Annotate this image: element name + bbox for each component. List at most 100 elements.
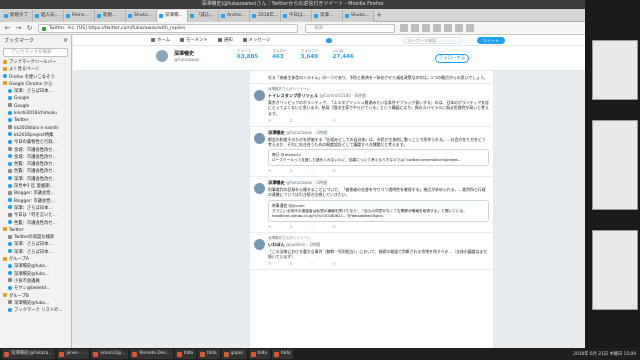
bookmark-item[interactable]: kk2018daio e naoshi xyxy=(0,125,71,132)
search-bar[interactable]: 検索 xyxy=(305,24,395,33)
bookmark-item[interactable]: Blogger: 市議会性… xyxy=(0,198,71,205)
avatar[interactable] xyxy=(254,90,265,102)
stat-followers[interactable]: フォロワー 3,649 xyxy=(301,49,319,60)
nav-home[interactable]: ホーム xyxy=(151,35,170,46)
bookmark-item[interactable]: 今日の薬物性と行政… xyxy=(0,139,71,146)
reply-icon[interactable]: ✉ xyxy=(268,261,271,266)
retweet-icon[interactable]: ⇅ xyxy=(289,168,292,173)
taskbar-item[interactable]: jenes - ... xyxy=(57,349,90,359)
browser-tab[interactable]: 「成込... xyxy=(188,10,219,22)
bookmark-star-icon[interactable] xyxy=(400,24,408,32)
reply-icon[interactable]: ✉ xyxy=(268,168,271,173)
extension-icon[interactable] xyxy=(455,24,463,32)
bookmark-item[interactable]: 今日は「何を言いた… xyxy=(0,212,71,219)
home-icon[interactable] xyxy=(422,24,430,32)
stat-following[interactable]: フォロー 463 xyxy=(272,49,286,60)
back-arrow-icon[interactable]: ← xyxy=(3,24,12,33)
desktop-window-thumbnail[interactable] xyxy=(592,40,638,100)
library-icon[interactable] xyxy=(433,24,441,32)
bookmark-item[interactable]: Twitterの高度な検索 xyxy=(0,234,71,241)
avatar[interactable] xyxy=(254,238,265,250)
avatar[interactable] xyxy=(254,183,265,195)
bookmark-item[interactable]: 深見中1 区 愛媛期… xyxy=(0,183,71,190)
bookmark-item[interactable]: ブックマークツールバー xyxy=(0,59,71,66)
browser-tab[interactable]: Shuko... xyxy=(126,10,157,22)
bookmark-item[interactable]: グループA xyxy=(0,256,71,263)
bookmark-item[interactable]: グループB xyxy=(0,293,71,300)
tweet[interactable]: 深澤暢史 @fukazawas · 4時間 刑事裁判の記録を公開することについて、… xyxy=(250,177,493,233)
forward-arrow-icon[interactable]: → xyxy=(14,24,23,33)
bookmark-item[interactable]: ブックマーク リストの… xyxy=(0,307,71,314)
twitter-search-input[interactable]: キーワード検索 xyxy=(403,37,463,44)
new-tab-button[interactable]: + xyxy=(374,9,384,21)
sidebar-icon[interactable] xyxy=(444,24,452,32)
bookmark-item[interactable]: 深澤暢史@fuka… xyxy=(0,271,71,278)
taskbar-item[interactable]: tilda xyxy=(248,349,270,359)
taskbar-item[interactable]: qapes xyxy=(221,349,247,359)
tweet[interactable]: れる「病者主体型のシステム」の一つであり、予防と救済を一体化させた福祉政策なのか… xyxy=(250,71,493,85)
menu-icon[interactable] xyxy=(466,24,474,32)
dm-icon[interactable]: ✉ xyxy=(332,224,335,229)
like-icon[interactable]: ♡ xyxy=(311,261,315,266)
tweet-button[interactable]: ツイート xyxy=(477,37,505,44)
taskbar-item[interactable]: tilda xyxy=(174,349,197,359)
browser-tab[interactable]: Reine... xyxy=(64,10,95,22)
stat-tweets[interactable]: ツイート 63,885 xyxy=(237,49,258,60)
bookmark-search-input[interactable]: ブックマークを検索 xyxy=(3,48,68,57)
downloads-icon[interactable] xyxy=(411,24,419,32)
bookmark-item[interactable]: 深澤：さらば日本… xyxy=(0,241,71,248)
url-bar[interactable]: Twitter, Inc. [US] https://twitter.com/f… xyxy=(38,24,298,33)
nav-moments[interactable]: モーメント xyxy=(180,35,208,46)
browser-tab[interactable]: Shuko... xyxy=(343,10,374,22)
bookmark-item[interactable]: Google Chrome から xyxy=(0,81,71,88)
bookmark-item[interactable]: 深澤：さらば日本… xyxy=(0,249,71,256)
browser-tab[interactable]: 超人気... xyxy=(33,10,64,22)
bookmark-item[interactable]: Google xyxy=(0,103,71,110)
bookmark-item[interactable]: Twitter xyxy=(0,117,71,124)
like-icon[interactable]: ♡ xyxy=(311,118,315,123)
nav-notifications[interactable]: 通知 xyxy=(217,35,233,46)
tweet-author[interactable]: いわぼん xyxy=(268,242,285,247)
bookmark-item[interactable]: Firefox を使いこなそう xyxy=(0,74,71,81)
reload-icon[interactable]: ↻ xyxy=(25,24,34,33)
browser-tab[interactable]: 新規... xyxy=(95,10,126,22)
bookmark-item[interactable]: Twitter xyxy=(0,227,71,234)
browser-tab-active[interactable]: 深澤暢... xyxy=(157,10,188,22)
browser-tab[interactable]: 今日は... xyxy=(281,10,312,22)
browser-tab[interactable]: Andrei... xyxy=(219,10,250,22)
tweet-author[interactable]: トイレスタンプ＠リツェル xyxy=(268,93,318,98)
bookmark-item[interactable]: 色覧：市議会性改セ… xyxy=(0,168,71,175)
bookmark-item[interactable]: Blogger: 市議会性… xyxy=(0,190,71,197)
tweet[interactable]: 深澤暢史さんがリツイート トイレスタンプ＠リツェル @Commit3180 · 6… xyxy=(250,84,493,127)
tweet-author[interactable]: 深澤暢史 xyxy=(268,180,285,185)
stat-likes[interactable]: いいね 27,446 xyxy=(333,49,354,60)
desktop-window-thumbnail[interactable] xyxy=(592,120,638,210)
like-icon[interactable]: ♡ xyxy=(311,168,315,173)
bookmark-item[interactable]: よく見るページ xyxy=(0,66,71,73)
close-icon[interactable]: × xyxy=(63,35,68,47)
bookmark-item[interactable]: 金城：市議会性改セ… xyxy=(0,147,71,154)
quoted-tweet[interactable]: 時事通信 @jijicom すでにいる時代の被疑者は仮想の通報を受けたなど、「自ら… xyxy=(268,199,489,222)
tweet-author[interactable]: 深澤暢史 xyxy=(268,130,285,135)
avatar[interactable] xyxy=(155,49,169,63)
avatar[interactable] xyxy=(254,132,265,144)
bookmark-item[interactable]: Google xyxy=(0,95,71,102)
browser-tab[interactable]: 深澤... xyxy=(312,10,343,22)
bookmark-item[interactable]: 小泉市会議員 xyxy=(0,278,71,285)
dm-icon[interactable]: ✉ xyxy=(332,118,335,123)
bookmark-item[interactable]: 深澤：さらば日本… xyxy=(0,88,71,95)
bookmark-item[interactable]: 色覧：市議会性改セ… xyxy=(0,161,71,168)
bookmark-item[interactable]: 深澤：さらば日本… xyxy=(0,205,71,212)
bookmark-item[interactable]: kk2018project特集 xyxy=(0,132,71,139)
browser-tab[interactable]: 2018年... xyxy=(250,10,281,22)
follow-button[interactable]: フォローする xyxy=(435,54,469,63)
bookmark-item[interactable]: kinshi2018ichimoku xyxy=(0,110,71,117)
retweet-icon[interactable]: ⇅ xyxy=(289,118,292,123)
bookmark-item[interactable]: 色覧：市議会性改セ… xyxy=(0,220,71,227)
tweet[interactable]: 深澤暢史 @fukazawas · 4時間 都会の制度そのものを評価する「仕組みと… xyxy=(250,127,493,178)
reply-icon[interactable]: ✉ xyxy=(268,118,271,123)
twitter-bird-icon[interactable] xyxy=(326,38,332,43)
taskbar-item[interactable]: 深澤暢史(@fukaza... xyxy=(2,349,56,359)
nav-messages[interactable]: メッセージ xyxy=(242,35,271,46)
like-icon[interactable]: ♡ xyxy=(311,224,315,229)
